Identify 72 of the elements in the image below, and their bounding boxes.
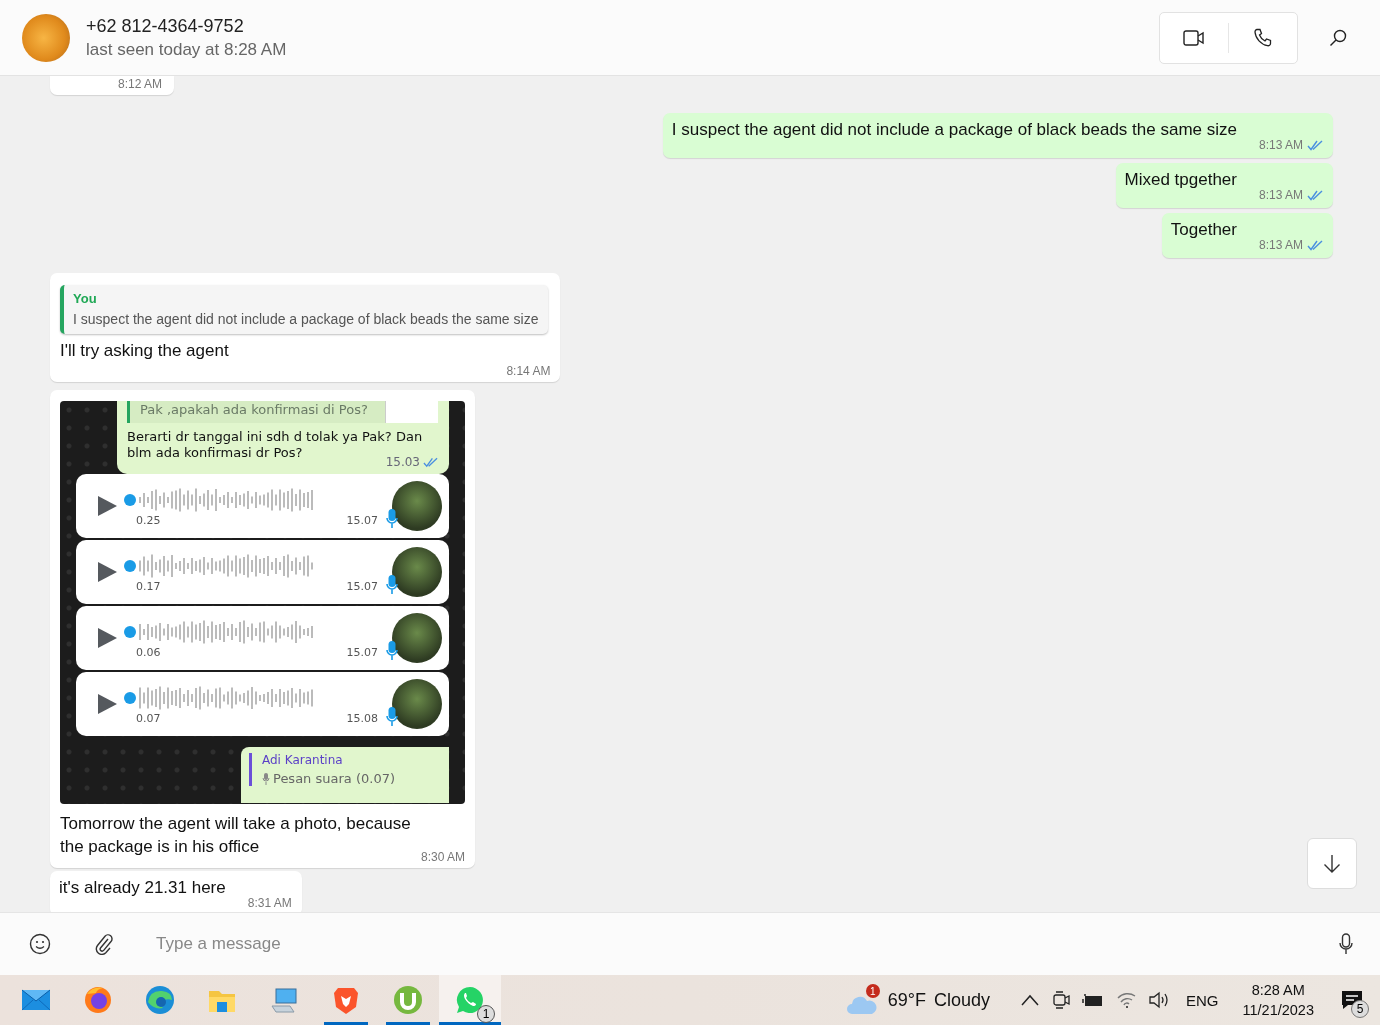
message-text: I suspect the agent did not include a package of black beads the same size — [671, 119, 1237, 141]
temperature: 69°F — [887, 989, 926, 1011]
play-icon[interactable] — [96, 560, 118, 584]
clock-date: 11/21/2023 — [1242, 1002, 1314, 1018]
notification-count: 1 — [477, 1005, 495, 1023]
photo-placeholder — [392, 679, 442, 729]
photo-placeholder — [392, 481, 442, 531]
message-text: it's already 21.31 here — [59, 877, 226, 899]
quote-text: Pak ,apakah ada konfirmasi di Pos? — [140, 401, 368, 419]
speaker-icon[interactable] — [1148, 991, 1170, 1009]
message-time: 8:13 AM — [1258, 188, 1303, 202]
contact-name: +62 812-4364-9752 — [86, 15, 245, 37]
clock-button[interactable]: 8:28 AM 11/21/2023 — [1242, 982, 1314, 1018]
message-text: Mixed tpgether — [1124, 169, 1237, 191]
paperclip-icon — [95, 933, 113, 955]
message-time: 8:13 AM — [1258, 138, 1303, 152]
message-time: 15.07 — [346, 645, 378, 659]
smiley-icon — [29, 933, 51, 955]
message-time: 8:30 AM — [420, 850, 465, 864]
emoji-button[interactable] — [28, 932, 52, 956]
weather-condition: Cloudy — [933, 989, 990, 1011]
taskbar-app-button[interactable]: 1 — [439, 975, 501, 1025]
microphone-icon — [1339, 933, 1353, 955]
notification-button[interactable]: 5 — [1332, 980, 1372, 1020]
message-text: Together — [1170, 219, 1237, 241]
video-camera-icon — [1183, 29, 1205, 46]
microphone-icon — [386, 641, 398, 661]
arrow-down-icon — [1323, 853, 1341, 874]
search-icon — [1329, 28, 1347, 47]
chevron-up-icon[interactable] — [1020, 994, 1040, 1006]
quote-author: You — [73, 291, 98, 306]
microphone-icon — [386, 509, 398, 529]
microphone-icon — [386, 707, 398, 727]
message-time: 8:31 AM — [247, 896, 292, 910]
message-time: 8:12 AM — [118, 77, 163, 91]
battery-icon[interactable] — [1082, 992, 1104, 1008]
voice-duration: 0.17 — [136, 579, 161, 593]
double-check-icon — [423, 456, 438, 468]
scroll-down-button[interactable] — [1307, 838, 1357, 889]
photo-placeholder — [392, 547, 442, 597]
play-icon[interactable] — [96, 626, 118, 650]
phone-icon — [1254, 27, 1272, 48]
microphone-icon — [262, 772, 270, 785]
play-icon[interactable] — [96, 494, 118, 518]
clock-time: 8:28 AM — [1251, 982, 1305, 998]
message-time: 8:14 AM — [506, 364, 551, 378]
notification-count: 1 — [865, 984, 880, 998]
document-thumbnail — [385, 401, 438, 423]
message-time: 8:13 AM — [1258, 238, 1303, 252]
message-time: 15.08 — [346, 711, 378, 725]
message-time: 15.07 — [346, 513, 378, 527]
message-text: I'll try asking the agent — [60, 340, 230, 362]
play-icon[interactable] — [96, 692, 118, 716]
camera-icon[interactable] — [1052, 990, 1070, 1010]
last-seen-status: last seen today at 8:28 AM — [86, 39, 288, 60]
message-text: Tomorrow the agent will take a photo, because the package is in his office — [60, 813, 411, 858]
quote-text: I suspect the agent did not include a package of black beads the same size — [73, 311, 539, 327]
microphone-icon — [386, 575, 398, 595]
photo-placeholder — [392, 613, 442, 663]
message-time: 15.07 — [346, 579, 378, 593]
wave-circle-icon — [144, 984, 176, 1016]
voice-duration: 0.06 — [136, 645, 161, 659]
voice-duration: 0.07 — [136, 711, 161, 725]
voice-duration: 0.25 — [136, 513, 161, 527]
weather-widget[interactable]: 1 69°F Cloudy — [845, 985, 990, 1015]
language-indicator[interactable]: ENG — [1186, 991, 1219, 1009]
wifi-icon[interactable] — [1116, 992, 1136, 1008]
quote-author: Adi Karantina — [262, 753, 344, 767]
quote-text: Pesan suara (0.07) — [273, 771, 395, 786]
notification-count: 5 — [1351, 1000, 1369, 1018]
message-input-field[interactable]: Type a message — [156, 913, 1334, 975]
photo-placeholder — [22, 13, 70, 62]
